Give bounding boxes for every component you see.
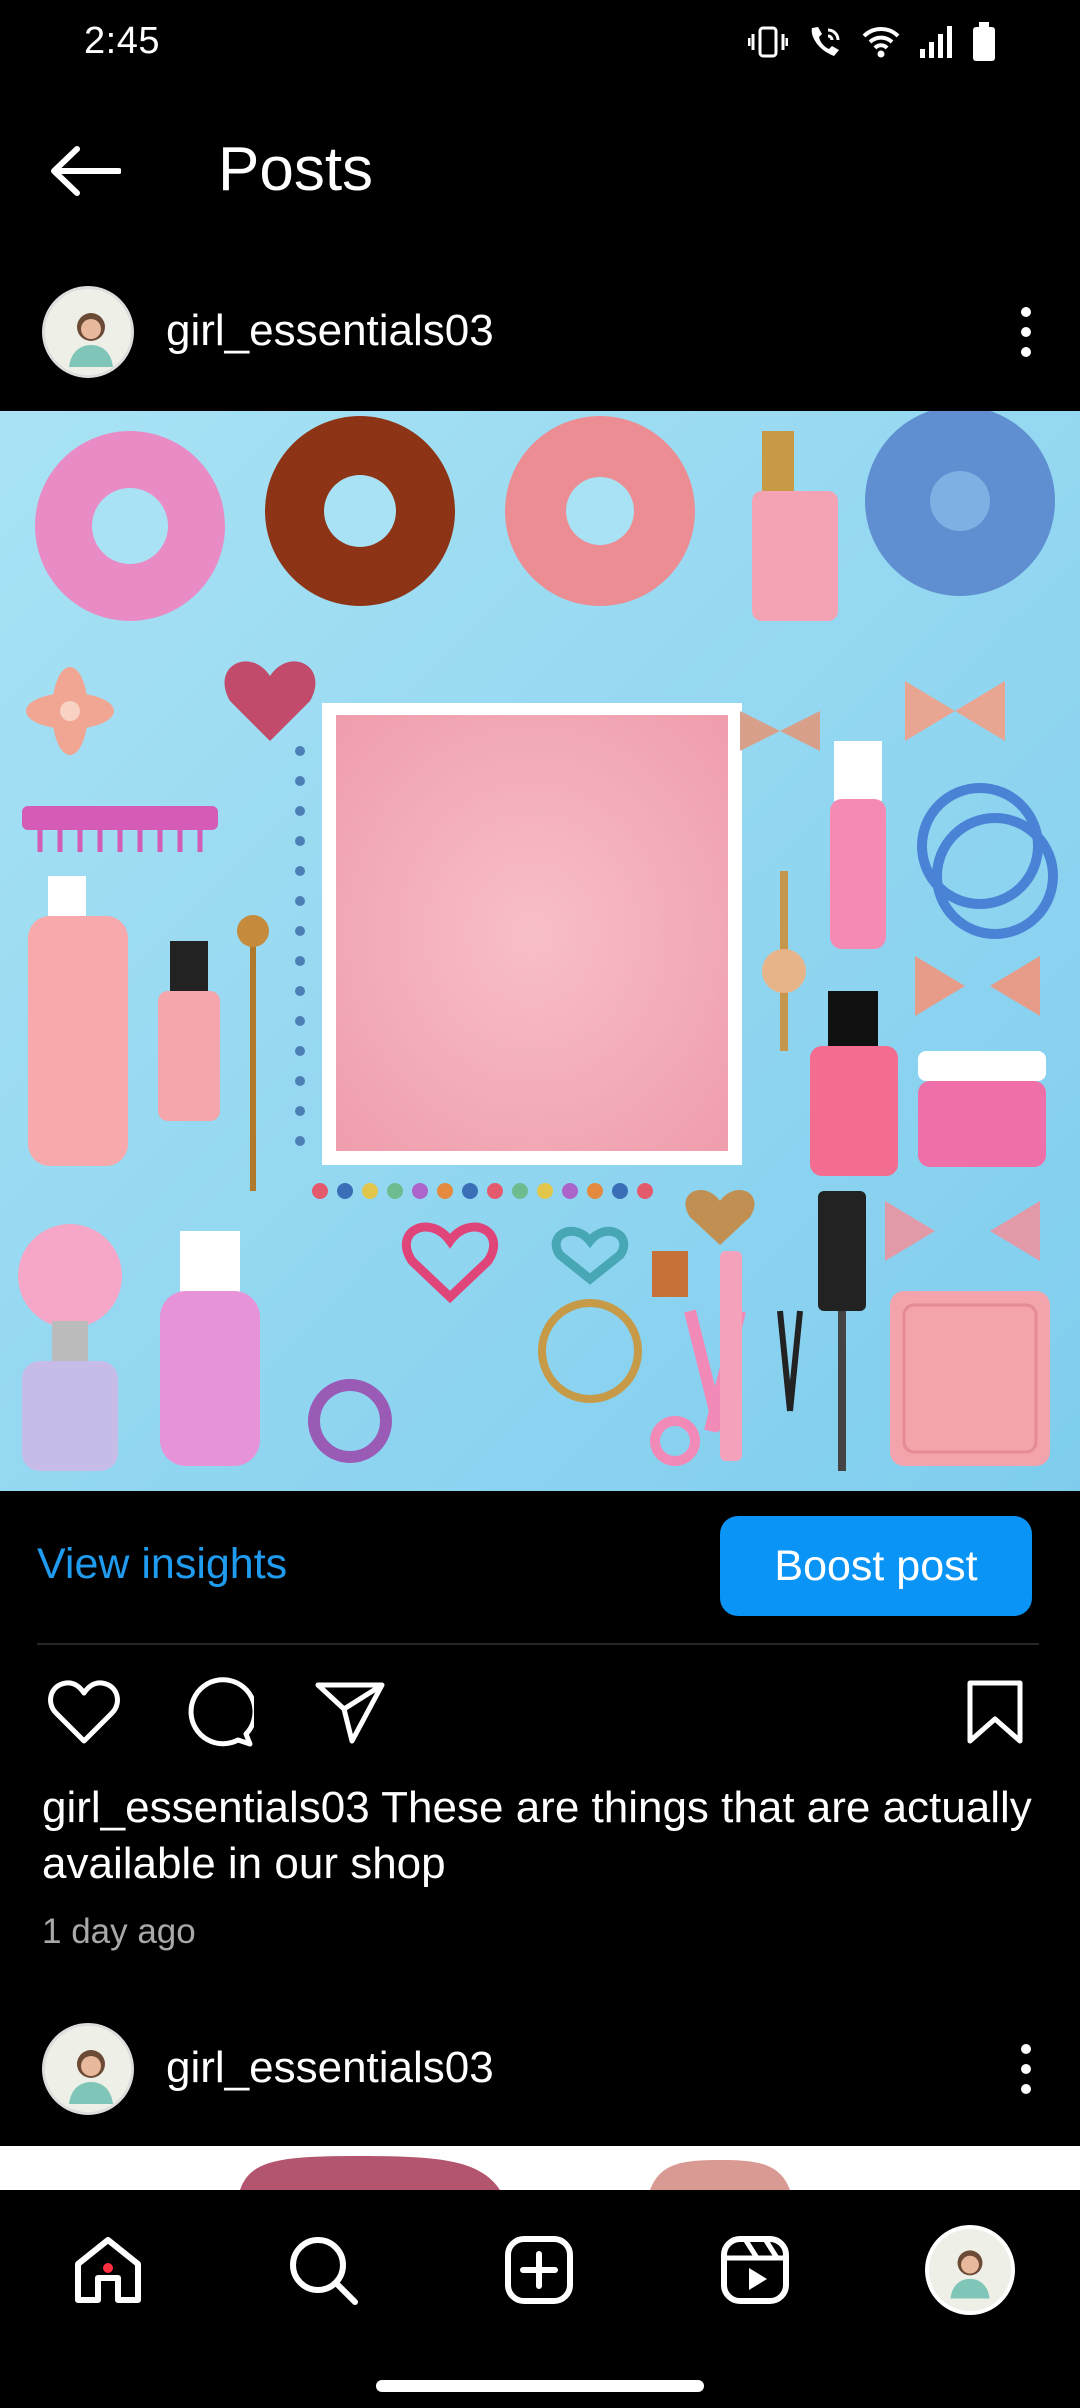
post-caption: girl_essentials03 These are things that … — [42, 1780, 1042, 1892]
back-button[interactable] — [40, 136, 130, 206]
heart-icon — [48, 1680, 120, 1744]
status-time: 2:45 — [84, 20, 160, 62]
search-icon — [290, 2237, 358, 2305]
nav-reels[interactable] — [705, 2220, 805, 2320]
post-timestamp: 1 day ago — [42, 1912, 196, 1951]
post-header: girl_essentials03 — [0, 276, 1080, 388]
create-icon — [505, 2236, 573, 2304]
page-title: Posts — [218, 135, 374, 204]
insights-row: View insights Boost post — [0, 1514, 1080, 1616]
profile-avatar — [925, 2225, 1015, 2315]
bottom-nav — [0, 2190, 1080, 2408]
next-post-username[interactable]: girl_essentials03 — [166, 2043, 494, 2093]
share-button[interactable] — [310, 1672, 390, 1752]
vibrate-icon — [748, 24, 788, 60]
avatar[interactable] — [42, 2023, 134, 2115]
save-button[interactable] — [955, 1672, 1035, 1752]
post-photo[interactable] — [0, 411, 1080, 1491]
divider — [37, 1643, 1039, 1645]
top-bar: Posts — [0, 110, 1080, 230]
post-username[interactable]: girl_essentials03 — [166, 306, 494, 356]
boost-post-button[interactable]: Boost post — [720, 1516, 1032, 1616]
scrunchie-salmon — [505, 416, 695, 606]
like-button[interactable] — [44, 1672, 124, 1752]
avatar[interactable] — [42, 286, 134, 378]
arrow-left-icon — [51, 146, 121, 196]
post-actions — [0, 1672, 1080, 1752]
more-vertical-icon — [1021, 307, 1031, 357]
home-notification-dot — [103, 2263, 113, 2273]
more-options-button[interactable] — [996, 296, 1056, 368]
view-insights-link[interactable]: View insights — [37, 1540, 287, 1589]
wifi-icon — [862, 25, 900, 59]
status-icons — [748, 22, 996, 62]
comment-icon — [188, 1677, 254, 1747]
scrunchie-blue — [865, 411, 1055, 596]
battery-icon — [972, 22, 996, 62]
reels-icon — [721, 2236, 789, 2304]
nav-profile[interactable] — [920, 2220, 1020, 2320]
bookmark-icon — [967, 1680, 1023, 1744]
nav-search[interactable] — [273, 2220, 373, 2320]
caption-username[interactable]: girl_essentials03 — [42, 1783, 370, 1832]
status-bar: 2:45 — [0, 0, 1080, 86]
send-icon — [315, 1682, 385, 1744]
scrunchie-pink — [35, 431, 225, 621]
home-indicator[interactable] — [376, 2380, 704, 2392]
more-vertical-icon — [1021, 2044, 1031, 2094]
next-post-photo[interactable] — [0, 2146, 1080, 2190]
more-options-button[interactable] — [996, 2033, 1056, 2105]
nav-create[interactable] — [489, 2220, 589, 2320]
comment-button[interactable] — [178, 1672, 258, 1752]
wifi-call-icon — [806, 24, 844, 60]
signal-icon — [918, 25, 954, 59]
next-post-header: girl_essentials03 — [0, 2013, 1080, 2125]
scrunchie-brown — [265, 416, 455, 606]
